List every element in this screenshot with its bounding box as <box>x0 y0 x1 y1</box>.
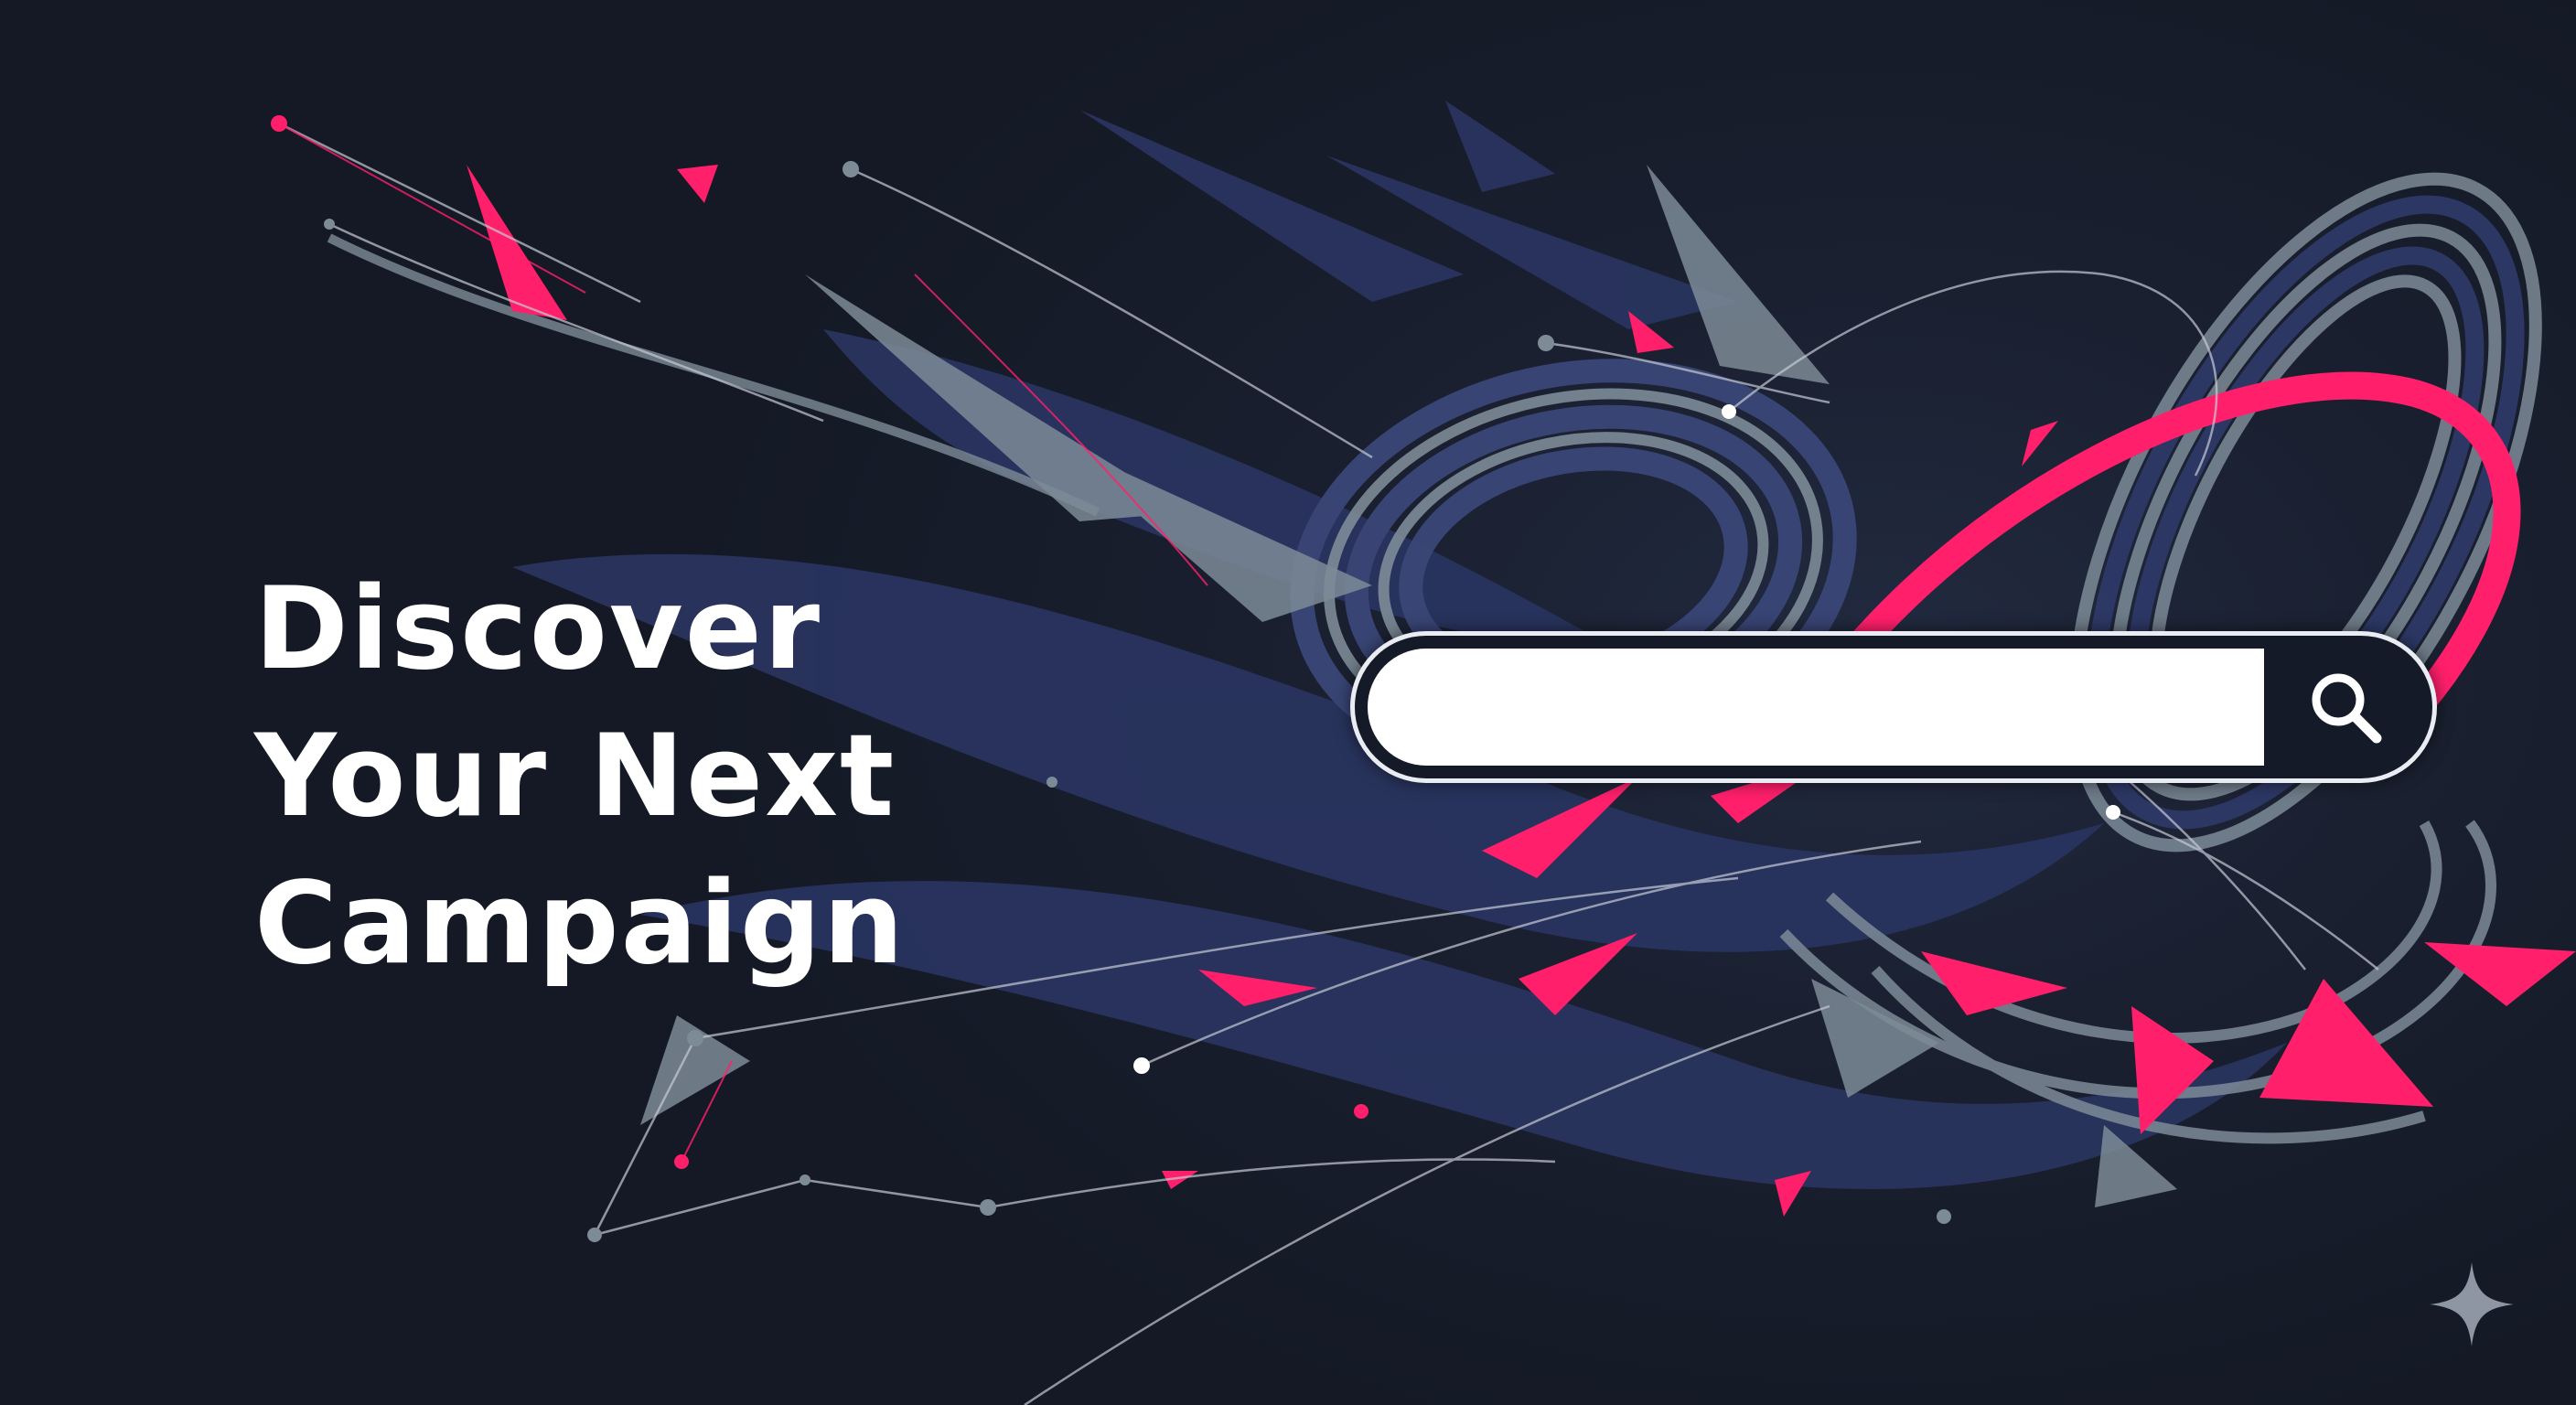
search-icon <box>2312 673 2382 744</box>
headline-line: Your Next <box>254 711 896 842</box>
search-input[interactable] <box>1368 649 2264 766</box>
headline: Discover Your Next Campaign <box>254 556 906 998</box>
search-bar <box>1350 631 2437 783</box>
hero-banner: Discover Your Next Campaign <box>0 0 2576 1405</box>
search-button[interactable] <box>2277 649 2414 766</box>
headline-line: Campaign <box>254 858 906 990</box>
sparkle-icon <box>2430 1262 2514 1346</box>
headline-line: Discover <box>254 563 822 695</box>
